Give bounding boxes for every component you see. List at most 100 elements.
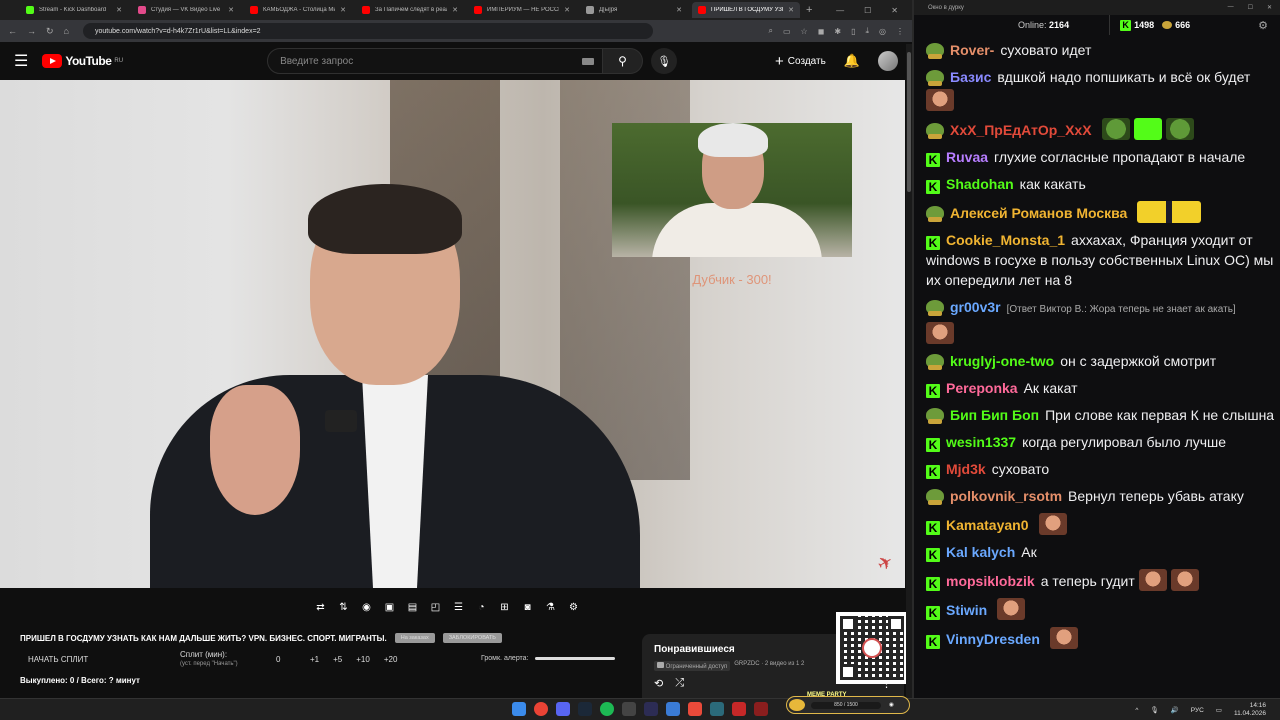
menu-icon[interactable]: ☰ [14,51,28,71]
new-tab-button[interactable]: + [806,4,812,16]
tab-close-icon[interactable]: ✕ [788,6,794,14]
extensions-puzzle-icon[interactable]: ✱ [834,27,841,36]
chat-username[interactable]: VinnyDresden [946,631,1040,647]
notifications-bell-icon[interactable]: 🔔 [844,53,860,69]
app-icon[interactable] [732,702,746,716]
loop-playlist-icon[interactable]: ⟲ [654,677,663,690]
add-20-button[interactable]: +20 [384,655,398,664]
meme-party-toggle-icon[interactable]: ◉ [889,702,894,708]
tab-close-icon[interactable]: ✕ [228,6,234,14]
maximize-icon[interactable]: ☐ [1248,4,1253,11]
chat-username[interactable]: Mjd3k [946,461,986,477]
home-icon[interactable]: ⌂ [64,26,69,36]
app-icon[interactable] [666,702,680,716]
chat-username[interactable]: Алексей Романов Москва [950,205,1127,221]
chat-settings-gear-icon[interactable]: ⚙ [1258,19,1268,32]
discord-icon[interactable] [556,702,570,716]
add-10-button[interactable]: +10 [356,655,370,664]
steam-icon[interactable] [578,702,592,716]
profile-icon[interactable]: ◎ [879,27,886,36]
list-icon[interactable]: ☰ [451,600,466,615]
alert-volume-slider[interactable] [534,657,615,660]
spotify-icon[interactable] [600,702,614,716]
clock[interactable]: 14:16 11.04.2026 [1234,702,1266,718]
shuffle-icon[interactable]: ⤮ [675,677,684,690]
chat-username[interactable]: kruglyj-one-two [950,353,1054,369]
obs-icon[interactable] [622,702,636,716]
chat-username[interactable]: Бип Бип Боп [950,407,1039,423]
tab-close-icon[interactable]: ✕ [116,6,122,14]
browser-tab[interactable]: ПРИШЕЛ В ГОСДУМУ УЗНА... ✕ [692,2,800,18]
app-icon[interactable] [644,702,658,716]
film-icon[interactable]: ▤ [405,600,420,615]
tab-close-icon[interactable]: ✕ [340,6,346,14]
sidebar-icon[interactable]: ▯ [851,27,855,36]
zoom-icon[interactable]: ⌕ [769,26,773,36]
browser-tab[interactable]: Stream - Kick Dashboard ✕ [20,2,128,18]
scroll-thumb[interactable] [907,52,911,192]
extension-icon[interactable]: ◼ [818,27,825,36]
start-split-button[interactable]: НАЧАТЬ СПЛИТ [28,655,180,664]
speed-icon[interactable]: ◔ [474,600,489,615]
close-icon[interactable]: ✕ [891,6,898,15]
language-indicator[interactable]: РУС [1191,707,1204,714]
order-pill-button[interactable]: На заказах [394,633,435,643]
back-icon[interactable]: ← [8,26,17,36]
chat-messages[interactable]: Rover-суховато идет Базис вдшкой надо попш… [926,40,1276,695]
app-icon[interactable] [754,702,768,716]
close-icon[interactable]: ✕ [1267,4,1272,11]
screen-icon[interactable]: ▣ [382,600,397,615]
chat-username[interactable]: Базис [950,69,991,85]
chat-username[interactable]: Rover- [950,42,994,58]
screenshot-icon[interactable]: ◙ [520,600,535,615]
chat-username[interactable]: mopsiklobzik [946,573,1035,589]
windows-start-icon[interactable] [512,702,526,716]
chat-username[interactable]: Shadohan [946,176,1014,192]
app-icon[interactable] [688,702,702,716]
chrome-icon[interactable] [534,702,548,716]
chat-username[interactable]: wesin1337 [946,434,1016,450]
browser-tab[interactable]: ИМПЕРИУМ — НЕ РОССИ... ✕ [468,2,576,18]
browser-menu-icon[interactable]: ⋮ [896,27,904,36]
download-icon[interactable]: ⤓ [865,26,869,36]
browser-tab[interactable]: КАМБОДЖА - Столица Ми... ✕ [244,2,352,18]
chat-username[interactable]: ХхХ_ПрЕдАтОр_ХхХ [950,122,1092,138]
chat-username[interactable]: Stiwin [946,602,987,618]
tab-close-icon[interactable]: ✕ [452,6,458,14]
settings-gear-icon[interactable]: ⚙ [566,600,581,615]
maximize-icon[interactable]: ☐ [864,6,871,15]
tab-close-icon[interactable]: ✕ [564,6,570,14]
lab-icon[interactable]: ⚗ [543,600,558,615]
minimize-icon[interactable]: — [1228,4,1234,11]
chat-username[interactable]: Pereponka [946,380,1018,396]
network-icon[interactable]: ▭ [1216,706,1222,714]
voice-search-button[interactable]: 🎙 [651,48,678,74]
microphone-tray-icon[interactable]: 🎙 [1150,706,1158,714]
url-field[interactable]: youtube.com/watch?v=d-h4k7Zr1rU&list=LL&… [82,23,653,39]
create-button[interactable]: + Создать [775,53,826,70]
keyboard-icon[interactable] [582,57,595,65]
browser-tab[interactable]: Д[ы]ря ✕ [580,2,688,18]
add-5-button[interactable]: +5 [333,655,342,664]
add-clip-icon[interactable]: ⊞ [497,600,512,615]
browser-tab[interactable]: За Папичем следят в реал... ✕ [356,2,464,18]
tray-chevron-icon[interactable]: ^ [1135,707,1138,714]
loop-icon[interactable]: ⇄ [313,600,328,615]
forward-icon[interactable]: → [27,26,36,36]
minimize-icon[interactable]: — [836,6,844,15]
browser-tab[interactable]: Студия — VK Видео Live ✕ [132,2,240,18]
volume-icon[interactable]: 🔊 [1171,706,1179,714]
chat-username[interactable]: gr00v3r [950,299,1001,315]
block-pill-button[interactable]: ЗАБЛОКИРОВАТЬ [442,633,502,643]
video-player[interactable]: Дубчик - 300! ✈ [0,80,905,588]
reload-icon[interactable]: ↻ [46,26,54,37]
audio-icon[interactable]: ◉ [359,600,374,615]
search-input[interactable]: Введите запрос [267,48,604,74]
chat-username[interactable]: Kamatayan0 [946,517,1029,533]
resize-icon[interactable]: ◰ [428,600,443,615]
chat-username[interactable]: Kal kalych [946,544,1015,560]
chat-username[interactable]: Ruvaa [946,149,988,165]
youtube-logo[interactable]: YouTube RU [42,54,123,68]
bookmark-star-icon[interactable]: ☆ [801,27,808,36]
chat-username[interactable]: Cookie_Monsta_1 [946,232,1065,248]
